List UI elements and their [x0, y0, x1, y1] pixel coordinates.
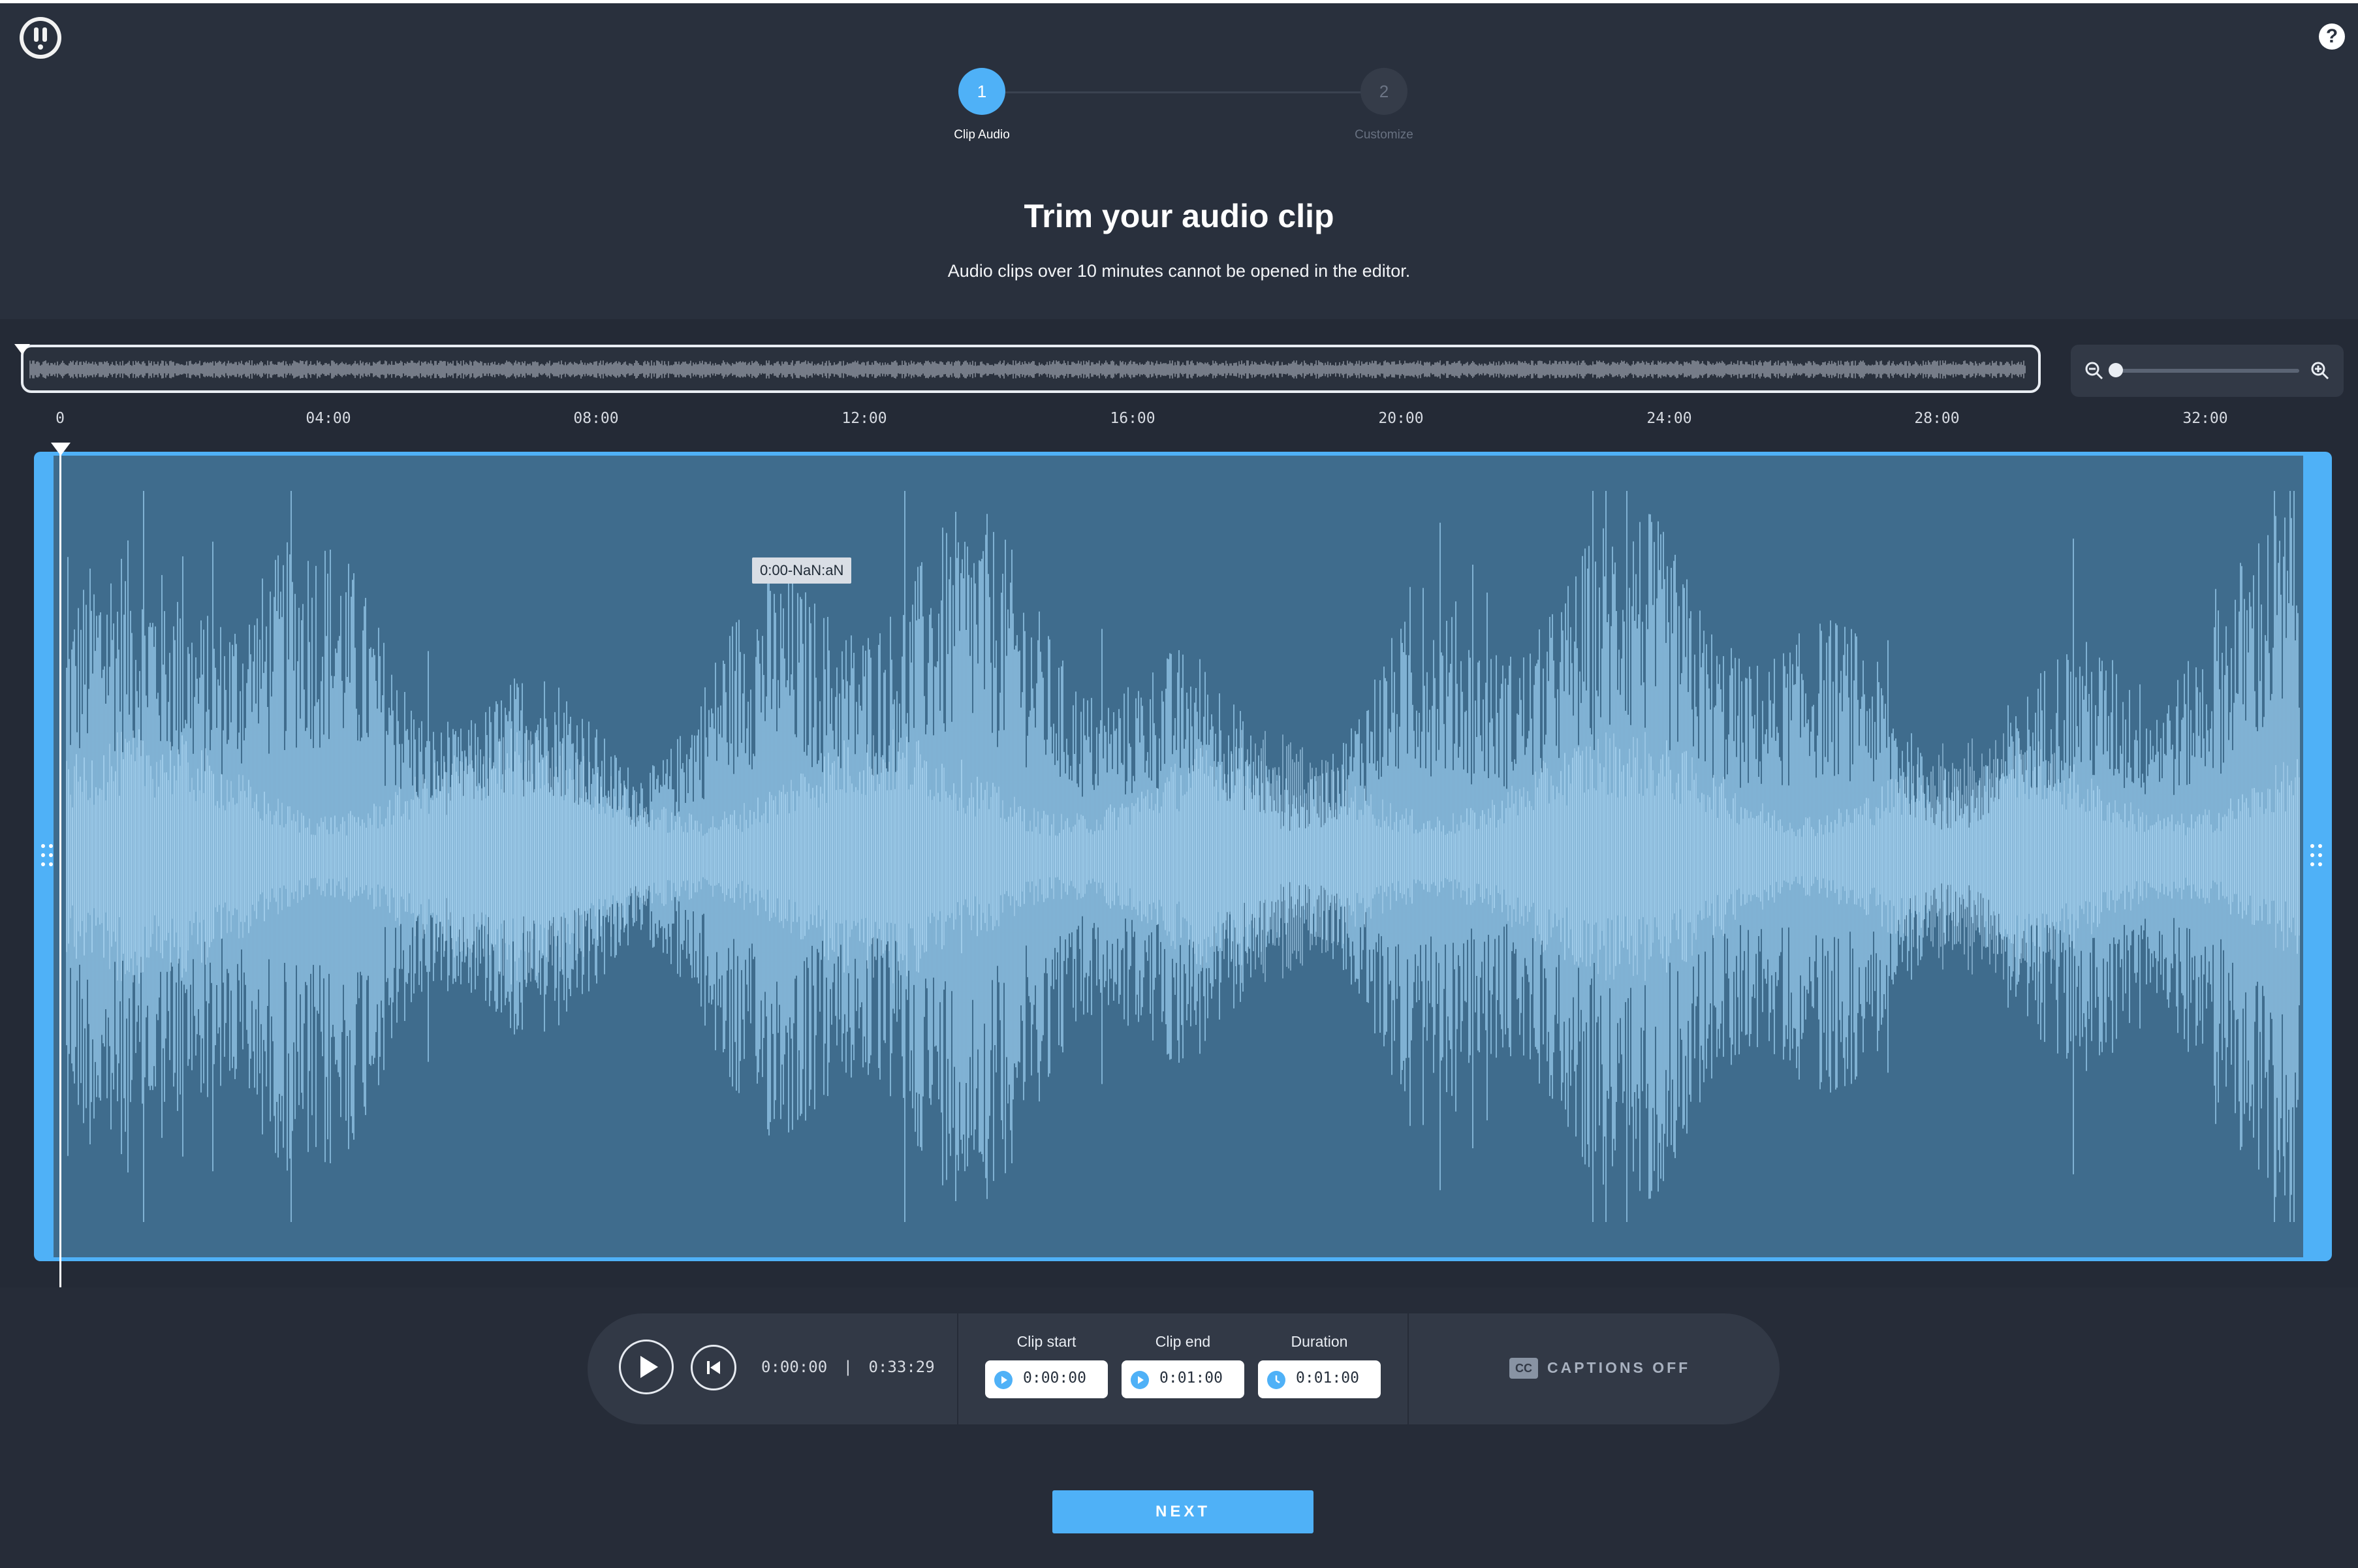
stepper-connector: [982, 91, 1384, 93]
clip-end-value: 0:01:00: [1159, 1370, 1223, 1387]
zoom-out-icon[interactable]: [2083, 359, 2106, 383]
clip-end-handle[interactable]: [2308, 841, 2324, 870]
zoom-slider-track[interactable]: [2114, 369, 2299, 373]
clip-end-field[interactable]: 0:01:00: [1122, 1360, 1244, 1398]
clip-end-label: Clip end: [1155, 1333, 1211, 1350]
playback-time: 0:00:00 | 0:33:29: [761, 1358, 957, 1376]
timeline-tick: 16:00: [1110, 410, 1155, 427]
page-subtitle: Audio clips over 10 minutes cannot be op…: [947, 261, 1411, 281]
next-button[interactable]: NEXT: [1052, 1490, 1313, 1533]
step-2-label: Customize: [1355, 128, 1413, 142]
step-1-circle[interactable]: 1: [958, 68, 1005, 115]
play-icon: [640, 1356, 658, 1378]
play-button[interactable]: [619, 1340, 674, 1394]
total-time: 0:33:29: [868, 1358, 935, 1376]
clip-start-handle[interactable]: [39, 841, 55, 870]
duration-field[interactable]: 0:01:00: [1258, 1360, 1381, 1398]
brand-logo-icon[interactable]: [20, 17, 61, 59]
zoom-slider-thumb[interactable]: [2109, 363, 2123, 377]
timeline-tick: 28:00: [1914, 410, 1960, 427]
hover-time-tooltip: 0:00-NaN:aN: [752, 557, 852, 584]
timeline-tick: 0: [55, 410, 65, 427]
overview-position-marker[interactable]: [14, 344, 30, 354]
playhead-line[interactable]: [59, 445, 61, 1287]
duration-value: 0:01:00: [1296, 1370, 1359, 1387]
zoom-in-icon[interactable]: [2308, 359, 2332, 383]
clock-icon: [1267, 1371, 1285, 1389]
play-circle-icon: [994, 1371, 1013, 1389]
timeline-tick: 08:00: [573, 410, 619, 427]
waveform-graphic: [66, 491, 2300, 1222]
overview-waveform[interactable]: [21, 345, 2041, 393]
time-separator: |: [843, 1358, 853, 1376]
skip-back-icon: [707, 1361, 720, 1374]
overview-waveform-graphic: [29, 360, 2026, 379]
play-circle-icon: [1131, 1371, 1149, 1389]
help-glyph: ?: [2325, 25, 2338, 47]
timeline-tick: 32:00: [2182, 410, 2228, 427]
captions-toggle[interactable]: CAPTIONS OFF: [1547, 1359, 1690, 1377]
duration-label: Duration: [1291, 1333, 1348, 1350]
controls-divider: [1407, 1313, 1409, 1424]
clip-start-value: 0:00:00: [1023, 1370, 1086, 1387]
timeline-tick: 20:00: [1378, 410, 1424, 427]
help-icon[interactable]: ?: [2319, 24, 2345, 50]
page-title: Trim your audio clip: [1024, 198, 1334, 234]
controls-divider: [957, 1313, 958, 1424]
captions-icon-text: CC: [1515, 1362, 1532, 1375]
clip-start-field[interactable]: 0:00:00: [985, 1360, 1108, 1398]
step-2-circle[interactable]: 2: [1360, 68, 1407, 115]
timeline-tick: 12:00: [841, 410, 887, 427]
clip-selection-waveform[interactable]: [34, 452, 2332, 1261]
timeline-tick: 24:00: [1646, 410, 1692, 427]
clip-start-label: Clip start: [1016, 1333, 1077, 1350]
timeline-tick: 04:00: [306, 410, 351, 427]
captions-icon[interactable]: CC: [1509, 1358, 1538, 1379]
current-time: 0:00:00: [761, 1358, 828, 1376]
skip-back-button[interactable]: [691, 1345, 736, 1390]
playhead-marker[interactable]: [51, 443, 71, 456]
step-1-label: Clip Audio: [954, 128, 1010, 142]
